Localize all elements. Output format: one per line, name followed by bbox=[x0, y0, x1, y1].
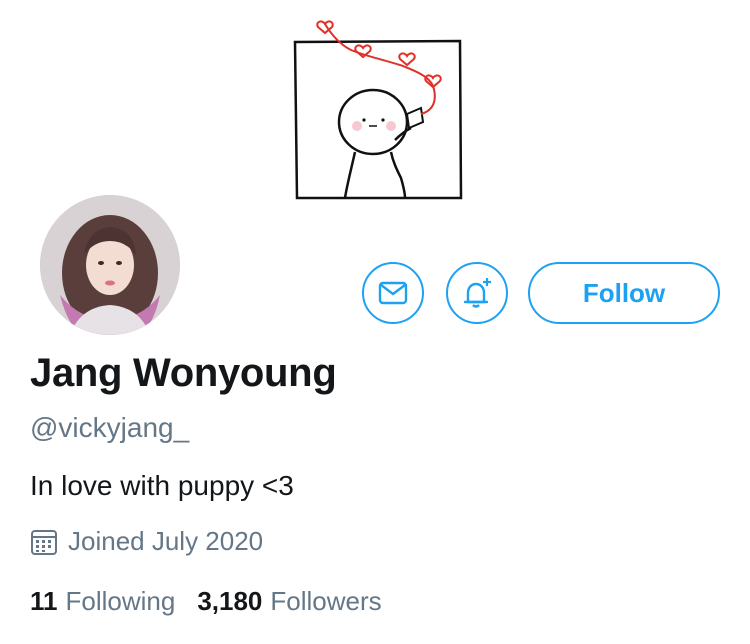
following-count: 11 bbox=[30, 586, 58, 616]
profile-handle: @vickyjang_ bbox=[30, 412, 190, 443]
profile-banner[interactable] bbox=[0, 0, 750, 210]
followers-link[interactable]: 3,180 Followers bbox=[197, 586, 381, 617]
message-button[interactable] bbox=[362, 262, 424, 324]
followers-count: 3,180 bbox=[197, 586, 263, 616]
envelope-icon bbox=[378, 281, 408, 305]
following-link[interactable]: 11 Following bbox=[30, 586, 175, 617]
follow-button[interactable]: Follow bbox=[528, 262, 720, 324]
avatar-photo bbox=[40, 195, 180, 335]
join-date: Joined July 2020 bbox=[30, 526, 263, 557]
followers-label: Followers bbox=[270, 586, 382, 616]
profile-bio: In love with puppy <3 bbox=[30, 470, 294, 501]
bell-plus-icon bbox=[463, 278, 491, 308]
profile-avatar[interactable] bbox=[36, 191, 184, 339]
profile-stats: 11 Following 3,180 Followers bbox=[30, 586, 404, 617]
calendar-icon bbox=[30, 528, 58, 556]
notifications-button[interactable] bbox=[446, 262, 508, 324]
profile-name: Jang Wonyoung bbox=[30, 351, 337, 395]
banner-doodle-image bbox=[293, 20, 463, 200]
join-date-text: Joined July 2020 bbox=[68, 526, 264, 556]
following-label: Following bbox=[65, 586, 176, 616]
